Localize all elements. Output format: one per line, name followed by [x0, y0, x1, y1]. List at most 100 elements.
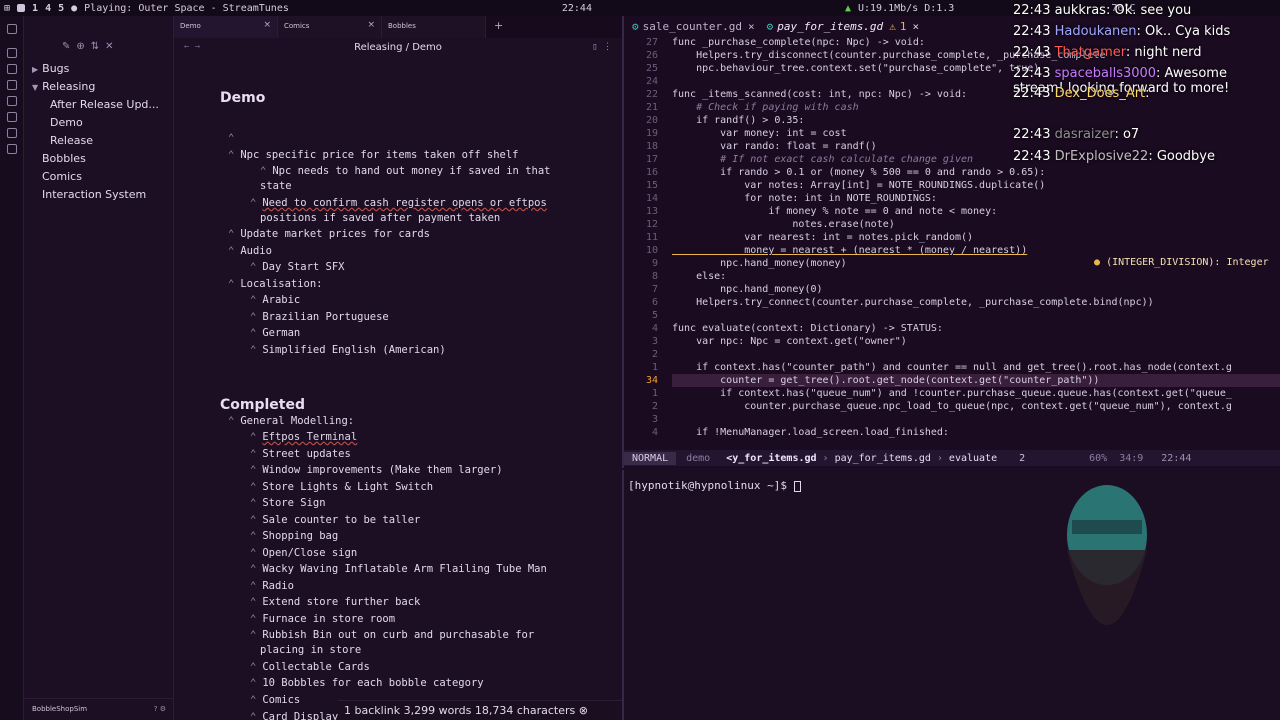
code-line[interactable]: if context.has("counter_path") and count…	[672, 361, 1232, 374]
code-line[interactable]: # Check if paying with cash	[672, 101, 859, 114]
list-item[interactable]: ⌃ Arabic	[250, 294, 300, 307]
collapse-icon[interactable]: ⌃	[250, 530, 256, 542]
file-after-release[interactable]: After Release Upd...	[50, 98, 159, 111]
list-item[interactable]: ⌃ Radio	[250, 580, 294, 593]
collapse-icon[interactable]: ⌃	[228, 132, 234, 144]
buffer-tab-sale-counter[interactable]: sale_counter.gd	[643, 20, 742, 33]
collapse-icon[interactable]: ⌃	[228, 228, 234, 240]
file-interaction-system[interactable]: Interaction System	[42, 188, 146, 201]
list-item[interactable]: ⌃ Eftpos Terminal	[250, 431, 357, 444]
terminal-icon[interactable]	[7, 144, 17, 154]
tab-demo[interactable]: Demo ×	[174, 16, 278, 38]
file-bobbles[interactable]: Bobbles	[42, 152, 86, 165]
list-item[interactable]: ⌃ Open/Close sign	[250, 547, 357, 560]
list-item[interactable]: ⌃ General Modelling:	[228, 415, 354, 428]
collapse-icon[interactable]: ⌃	[250, 197, 256, 209]
list-item[interactable]: placing in store	[260, 644, 361, 657]
sync-icon[interactable]: ⊗	[579, 704, 588, 717]
templates-icon[interactable]	[7, 112, 17, 122]
list-item[interactable]: ⌃ Card Display	[250, 711, 338, 720]
explorer-actions[interactable]: ✎⊕⇅✕	[62, 41, 120, 52]
collapse-icon[interactable]: ⌃	[250, 448, 256, 460]
collapse-icon[interactable]: ⌃	[250, 613, 256, 625]
list-item[interactable]: ⌃ Day Start SFX	[250, 261, 345, 274]
close-icon[interactable]: ×	[912, 20, 919, 33]
list-item[interactable]: ⌃ Npc specific price for items taken off …	[228, 149, 518, 162]
code-line[interactable]: func _items_scanned(cost: int, npc: Npc)…	[672, 88, 967, 101]
code-line[interactable]: var npc: Npc = context.get("owner")	[672, 335, 907, 348]
code-line[interactable]: npc.hand_money(money)	[672, 257, 846, 270]
list-item[interactable]: ⌃ Collectable Cards	[250, 661, 370, 674]
list-item[interactable]: ⌃ Localisation:	[228, 278, 323, 291]
code-line[interactable]: # If not exact cash calculate change giv…	[672, 153, 973, 166]
list-item[interactable]: ⌃ Comics	[250, 694, 300, 707]
list-item[interactable]: ⌃ Wacky Waving Inflatable Arm Flailing Tu…	[250, 563, 547, 576]
collapse-icon[interactable]: ⌃	[228, 415, 234, 427]
collapse-icon[interactable]: ⌃	[250, 327, 256, 339]
terminal-window[interactable]: [hypnotik@hypnolinux ~]$	[622, 470, 1280, 720]
code-line[interactable]: if context.has("queue_num") and !counter…	[672, 387, 1232, 400]
list-item[interactable]: ⌃ Extend store further back	[250, 596, 420, 609]
list-item[interactable]: ⌃ Need to confirm cash register opens or …	[250, 197, 547, 210]
code-line[interactable]: var notes: Array[int] = NOTE_ROUNDINGS.d…	[672, 179, 1045, 192]
collapse-icon[interactable]: ⌃	[260, 165, 266, 177]
new-tab-icon[interactable]: +	[486, 16, 511, 38]
list-item[interactable]: ⌃ Furnace in store room	[250, 613, 395, 626]
collapse-icon[interactable]: ⌃	[250, 431, 256, 443]
list-item[interactable]: ⌃ 10 Bobbles for each bobble category	[250, 677, 484, 690]
collapse-icon[interactable]: ⌃	[250, 629, 256, 641]
file-release[interactable]: Release	[50, 134, 93, 147]
code-line[interactable]: Helpers.try_connect(counter.purchase_com…	[672, 296, 1154, 309]
code-line[interactable]: npc.behaviour_tree.context.set("purchase…	[672, 62, 1039, 75]
file-comics[interactable]: Comics	[42, 170, 82, 183]
list-item[interactable]: ⌃ Rubbish Bin out on curb and purchasable…	[250, 629, 534, 642]
workspace-1[interactable]: 1	[32, 3, 38, 14]
folder-bugs[interactable]: ▶ Bugs	[32, 62, 69, 75]
collapse-icon[interactable]: ⌃	[250, 694, 256, 706]
code-line[interactable]: if !MenuManager.load_screen.load_finishe…	[672, 426, 949, 439]
list-item[interactable]: ⌃ Window improvements (Make them larger)	[250, 464, 503, 477]
collapse-icon[interactable]: ⌃	[228, 245, 234, 257]
code-line[interactable]: if randf() > 0.35:	[672, 114, 804, 127]
code-line[interactable]: var nearest: int = notes.pick_random()	[672, 231, 973, 244]
list-item[interactable]: ⌃ Street updates	[250, 448, 351, 461]
code-line[interactable]: else:	[672, 270, 726, 283]
code-line[interactable]: counter.purchase_queue.npc_load_to_queue…	[672, 400, 1232, 413]
code-line[interactable]: notes.erase(note)	[672, 218, 894, 231]
note-editor[interactable]: Releasing / Demo ← → ▯ ⋮ Demo ⌃ Complete…	[174, 38, 622, 720]
list-item[interactable]: ⌃ Shopping bag	[250, 530, 338, 543]
tab-bobbles[interactable]: Bobbles	[382, 16, 486, 38]
collapse-icon[interactable]: ⌃	[250, 344, 256, 356]
collapse-icon[interactable]: ⌃	[250, 464, 256, 476]
list-item[interactable]: ⌃ Audio	[228, 245, 272, 258]
close-icon[interactable]: ×	[748, 20, 755, 33]
canvas-icon[interactable]	[7, 80, 17, 90]
close-icon[interactable]: ×	[263, 20, 271, 30]
collapse-icon[interactable]: ⌃	[250, 261, 256, 273]
collapse-icon[interactable]: ⌃	[250, 677, 256, 689]
launcher-icon[interactable]: ⊞	[4, 3, 10, 14]
list-item[interactable]: ⌃ Store Sign	[250, 497, 326, 510]
list-item[interactable]: ⌃ German	[250, 327, 300, 340]
files-icon[interactable]	[7, 48, 17, 58]
more-options-icon[interactable]: ▯ ⋮	[592, 42, 612, 52]
code-line[interactable]: func _purchase_complete(npc: Npc) -> voi…	[672, 36, 925, 49]
code-line[interactable]: counter = get_tree().root.get_node(conte…	[672, 374, 1280, 387]
workspace-5[interactable]: 5	[58, 3, 64, 14]
collapse-icon[interactable]: ⌃	[250, 596, 256, 608]
collapse-icon[interactable]: ⌃	[250, 514, 256, 526]
settings-icon[interactable]: ? ⚙	[154, 705, 166, 713]
collapse-icon[interactable]: ⌃	[250, 563, 256, 575]
list-item[interactable]: ⌃ Update market prices for cards	[228, 228, 430, 241]
code-line[interactable]: money = nearest + (nearest * (money / ne…	[672, 244, 1027, 257]
list-item[interactable]: ⌃ Simplified English (American)	[250, 344, 446, 357]
collapse-icon[interactable]: ⌃	[228, 149, 234, 161]
code-line[interactable]: var rando: float = randf()	[672, 140, 877, 153]
sidebar-toggle-icon[interactable]	[7, 24, 17, 34]
collapse-icon[interactable]: ⌃	[250, 661, 256, 673]
vault-switcher[interactable]: BobbleShopSim ? ⚙	[24, 698, 174, 720]
code-line[interactable]: if money % note == 0 and note < money:	[672, 205, 997, 218]
collapse-icon[interactable]: ⌃	[250, 294, 256, 306]
collapse-icon[interactable]: ⌃	[250, 311, 256, 323]
tab-comics[interactable]: Comics ×	[278, 16, 382, 38]
